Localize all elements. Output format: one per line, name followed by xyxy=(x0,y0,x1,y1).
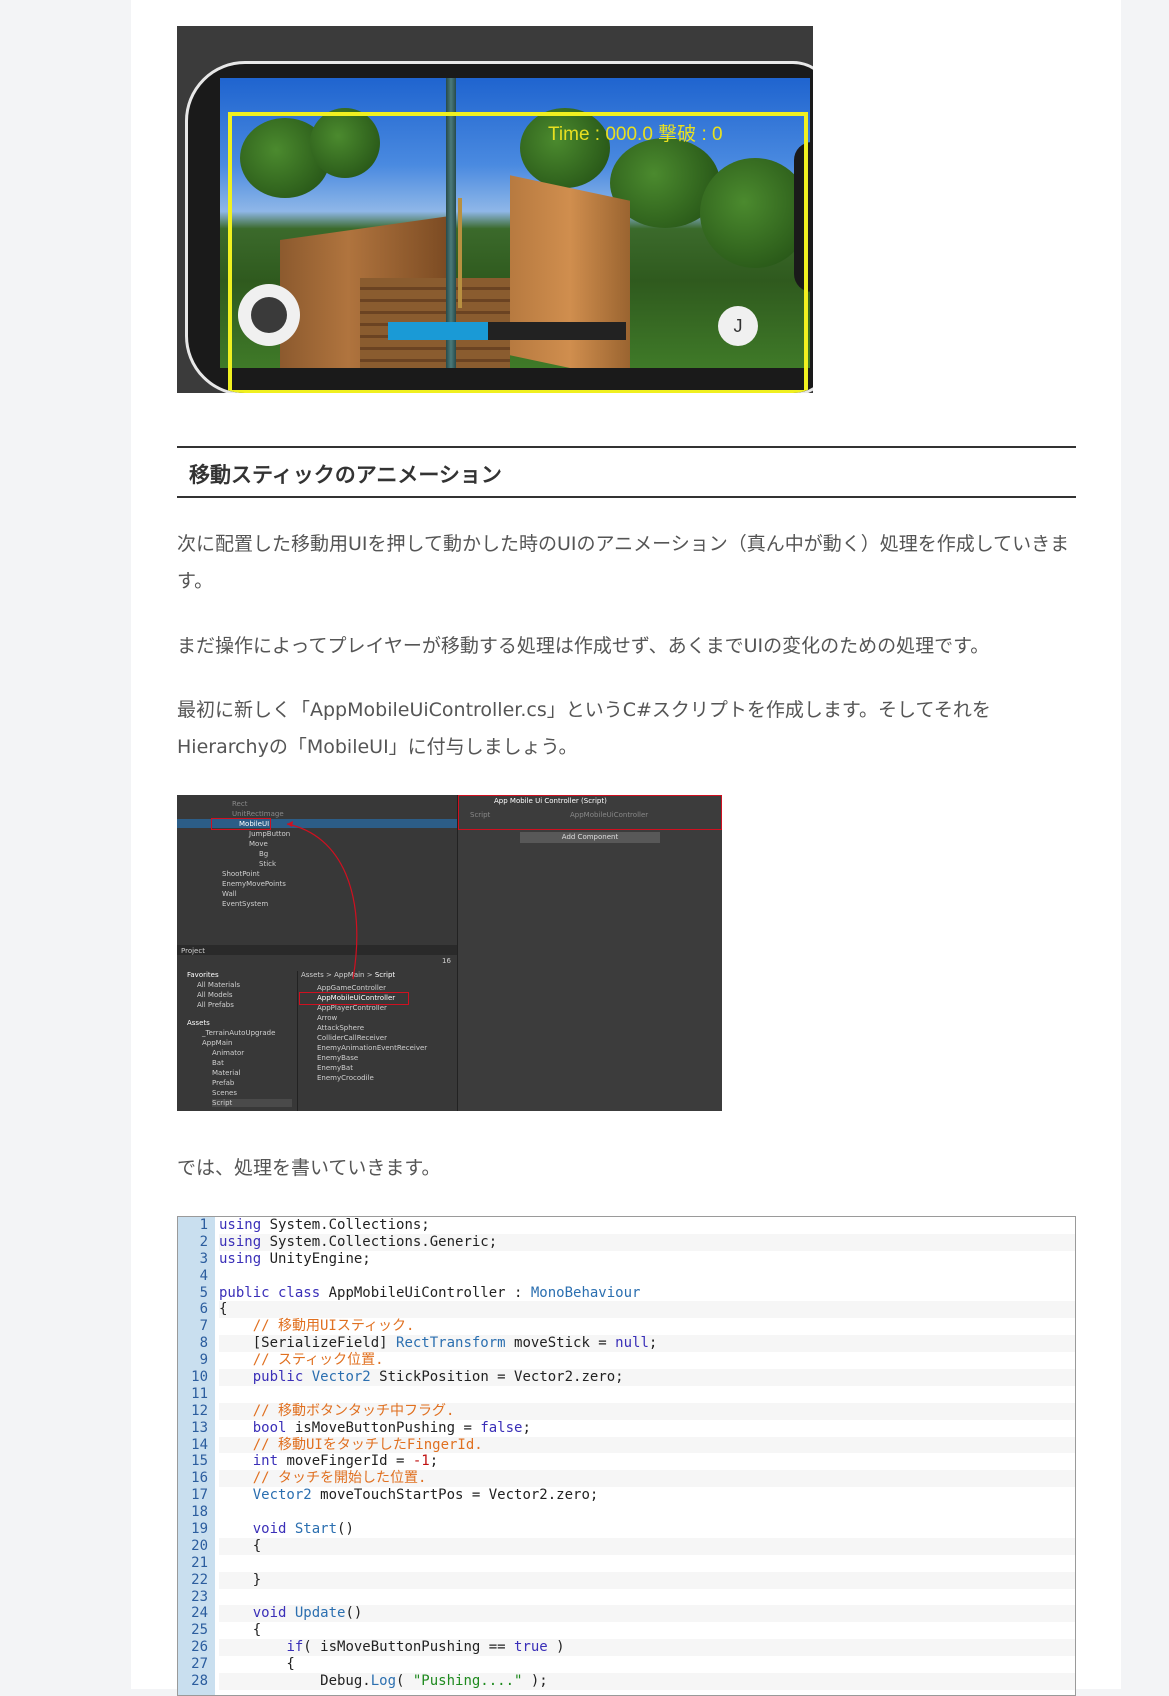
code-line: 21 xyxy=(178,1555,1075,1572)
line-number: 4 xyxy=(199,1267,208,1284)
line-number: 27 xyxy=(191,1656,208,1673)
code-line: 9 // スティック位置. xyxy=(178,1352,1075,1370)
code-text: Debug.Log( "Pushing...." ); xyxy=(219,1673,1075,1690)
code-line: 10 public Vector2 StickPosition = Vector… xyxy=(178,1369,1075,1386)
hud-time-text: Time : 000.0 撃破 : 0 xyxy=(548,124,723,145)
code-text: [SerializeField] RectTransform moveStick… xyxy=(219,1335,1075,1353)
line-number: 26 xyxy=(191,1639,208,1656)
line-number: 23 xyxy=(191,1588,208,1605)
line-number: 14 xyxy=(191,1436,208,1453)
code-line: 20 { xyxy=(178,1537,1075,1555)
code-text: int moveFingerId = -1; xyxy=(219,1453,1075,1471)
code-line: 23 xyxy=(178,1589,1075,1606)
code-line: 12 // 移動ボタンタッチ中フラグ. xyxy=(178,1402,1075,1420)
line-number: 10 xyxy=(191,1369,208,1386)
move-gauge xyxy=(388,322,626,340)
section-heading: 移動スティックのアニメーション xyxy=(177,446,1076,498)
code-line: 24 void Update() xyxy=(178,1605,1075,1623)
line-number: 1 xyxy=(199,1217,208,1233)
code-line: 2 using System.Collections.Generic; xyxy=(178,1233,1075,1251)
code-line: 19 void Start() xyxy=(178,1521,1075,1538)
code-line: 1 using System.Collections; xyxy=(178,1217,1075,1234)
line-number: 8 xyxy=(199,1335,208,1352)
code-text: { xyxy=(219,1656,1075,1674)
line-number: 2 xyxy=(199,1233,208,1250)
code-line: 22 } xyxy=(178,1571,1075,1589)
code-text: bool isMoveButtonPushing = false; xyxy=(219,1419,1075,1437)
code-line: 13 bool isMoveButtonPushing = false; xyxy=(178,1419,1075,1437)
code-text: { xyxy=(219,1537,1075,1555)
line-number: 11 xyxy=(191,1385,208,1402)
paragraph-1: 次に配置した移動用UIを押して動かした時のUIのアニメーション（真ん中が動く）処… xyxy=(177,533,1070,592)
code-line: 6{ xyxy=(178,1301,1075,1319)
article-body: Time : 000.0 撃破 : 0 J 移動スティックのアニメーション 次に… xyxy=(131,0,1121,1696)
connector-arrow xyxy=(286,821,358,980)
code-line: 7 // 移動用UIスティック. xyxy=(178,1318,1075,1336)
code-text: using System.Collections; xyxy=(219,1217,1075,1234)
code-text: void Start() xyxy=(219,1521,1075,1538)
code-text: public Vector2 StickPosition = Vector2.z… xyxy=(219,1369,1075,1386)
code-line: 3 using UnityEngine; xyxy=(178,1250,1075,1268)
code-line: 15 int moveFingerId = -1; xyxy=(178,1453,1075,1471)
safe-area-frame xyxy=(228,112,808,393)
jump-button[interactable]: J xyxy=(718,306,758,346)
code-text: // タッチを開始した位置. xyxy=(219,1470,1075,1488)
code-line: 26 if( isMoveButtonPushing == true ) xyxy=(178,1639,1075,1657)
line-number: 22 xyxy=(191,1571,208,1588)
code-text: if( isMoveButtonPushing == true ) xyxy=(219,1639,1075,1657)
move-stick-knob[interactable] xyxy=(251,297,287,333)
code-line: 16 // タッチを開始した位置. xyxy=(178,1470,1075,1488)
code-block: 1 using System.Collections; 2 using System.… xyxy=(177,1216,1076,1696)
line-number: 9 xyxy=(199,1352,208,1369)
line-number: 28 xyxy=(191,1673,208,1690)
code-line: 11 xyxy=(178,1386,1075,1403)
game-screenshot: Time : 000.0 撃破 : 0 J xyxy=(177,26,813,393)
code-text: } xyxy=(219,1571,1075,1589)
line-number: 12 xyxy=(191,1402,208,1419)
line-number: 16 xyxy=(191,1470,208,1487)
code-text: public class AppMobileUiController : Mon… xyxy=(219,1284,1075,1302)
code-line: 27 { xyxy=(178,1656,1075,1674)
line-number: 17 xyxy=(191,1487,208,1504)
code-line: 14 // 移動UIをタッチしたFingerId. xyxy=(178,1436,1075,1454)
code-text: using UnityEngine; xyxy=(219,1250,1075,1268)
code-text: // スティック位置. xyxy=(219,1352,1075,1370)
code-line: 17 Vector2 moveTouchStartPos = Vector2.z… xyxy=(178,1487,1075,1505)
code-line: 4 xyxy=(178,1268,1075,1285)
code-lines: 1 using System.Collections; 2 using System.… xyxy=(178,1217,1075,1690)
code-text: Vector2 moveTouchStartPos = Vector2.zero… xyxy=(219,1487,1075,1505)
code-text: // 移動ボタンタッチ中フラグ. xyxy=(219,1402,1075,1420)
code-text: void Update() xyxy=(219,1605,1075,1623)
line-number: 24 xyxy=(191,1605,208,1622)
code-line: 5 public class AppMobileUiController : Mo… xyxy=(178,1284,1075,1302)
unity-editor-screenshot: Rect UnitRectImage MobileUI JumpButton M… xyxy=(177,795,722,1111)
code-text: { xyxy=(219,1301,1075,1319)
code-line: 8 [SerializeField] RectTransform moveSti… xyxy=(178,1335,1075,1353)
move-gauge-fill xyxy=(388,322,488,340)
line-number: 20 xyxy=(191,1537,208,1554)
line-number: 15 xyxy=(191,1453,208,1470)
code-text: // 移動UIをタッチしたFingerId. xyxy=(219,1436,1075,1454)
code-line: 28 Debug.Log( "Pushing...." ); xyxy=(178,1673,1075,1690)
phone-frame: Time : 000.0 撃破 : 0 J xyxy=(185,61,813,393)
line-number: 19 xyxy=(191,1521,208,1538)
code-text: { xyxy=(219,1622,1075,1640)
code-line: 18 xyxy=(178,1504,1075,1521)
code-text: using System.Collections.Generic; xyxy=(219,1233,1075,1251)
line-number: 5 xyxy=(199,1284,208,1301)
line-number: 13 xyxy=(191,1419,208,1436)
line-number: 21 xyxy=(191,1554,208,1571)
paragraph-2: まだ操作によってプレイヤーが移動する処理は作成せず、あくまでUIの変化のための処… xyxy=(177,635,990,657)
line-number: 7 xyxy=(199,1318,208,1335)
paragraph-3: 最初に新しく「AppMobileUiController.cs」というC#スクリ… xyxy=(177,699,991,758)
line-number: 18 xyxy=(191,1504,208,1521)
move-stick[interactable] xyxy=(238,284,300,346)
code-line: 25 { xyxy=(178,1622,1075,1640)
line-number: 6 xyxy=(199,1301,208,1318)
code-text: // 移動用UIスティック. xyxy=(219,1318,1075,1336)
paragraph-4: では、処理を書いていきます。 xyxy=(177,1157,441,1179)
line-number: 25 xyxy=(191,1622,208,1639)
section-title: 移動スティックのアニメーション xyxy=(189,463,502,487)
line-number: 3 xyxy=(199,1250,208,1267)
